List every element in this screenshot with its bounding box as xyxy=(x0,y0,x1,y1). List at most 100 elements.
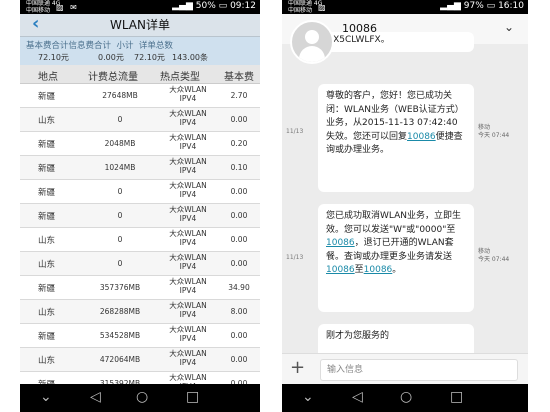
message-text: 您已成功取消WLAN业务，立即生效。您可以发送"W"或"0000"至 xyxy=(326,211,462,235)
summary-panel: 基本费合计信息费合计 小计 详单总数 72.10元 0.00元 72.10元 1… xyxy=(20,37,260,65)
cell-type-line1: 大众WLAN xyxy=(169,85,207,94)
table-row[interactable]: 山东 0 大众WLAN IPV4 0.00 xyxy=(20,228,260,252)
cell-type-line2: IPV4 xyxy=(179,358,197,367)
cell-location: 新疆 xyxy=(38,284,56,294)
table-row[interactable]: 新疆 534528MB 大众WLAN IPV4 0.00 xyxy=(20,324,260,348)
cell-type-line1: 大众WLAN xyxy=(169,349,207,358)
cell-type-line1: 大众WLAN xyxy=(169,253,207,262)
phone-link[interactable]: 10086 xyxy=(407,132,436,142)
plus-icon[interactable]: + xyxy=(290,357,305,378)
phone-link[interactable]: 10086 xyxy=(326,238,355,248)
notification-icons: ▨ xyxy=(318,3,328,12)
cell-type-line2: IPV4 xyxy=(179,238,197,247)
cell-type-line1: 大众WLAN xyxy=(169,373,207,382)
nav-bar: ⌄ ◁ ○ □ xyxy=(20,384,260,412)
chevron-down-icon[interactable]: ⌄ xyxy=(504,20,514,34)
cell-location: 新疆 xyxy=(38,140,56,150)
back-icon[interactable]: ◁ xyxy=(352,389,363,405)
summary-header: 基本费合计信息费合计 小计 详单总数 xyxy=(26,39,173,51)
cell-type: 大众WLANIPV4 xyxy=(160,229,216,247)
message-input[interactable]: 输入信息 xyxy=(320,359,518,381)
cell-type: 大众WLANIPV4 xyxy=(160,277,216,295)
message-time: 今天 07:44 xyxy=(478,132,510,139)
summary-subtotal-value: 72.10元 xyxy=(134,53,165,62)
home-icon[interactable]: ○ xyxy=(400,389,412,405)
table-header: 地点 计费总流量 热点类型 基本费 xyxy=(20,65,260,84)
table-row[interactable]: 新疆 27648MB 大众WLAN IPV4 2.70 xyxy=(20,84,260,108)
table-row[interactable]: 山东 268288MB 大众WLAN IPV4 8.00 xyxy=(20,300,260,324)
cell-type-line1: 大众WLAN xyxy=(169,229,207,238)
table-row[interactable]: 新疆 357376MB 大众WLAN IPV4 34.90 xyxy=(20,276,260,300)
detail-table[interactable]: 新疆 27648MB 大众WLAN IPV4 2.70 山东 0 大众WLAN IPV4 0.00… xyxy=(20,84,260,396)
summary-info-value: 0.00元 xyxy=(98,53,124,62)
title-bar: ‹ WLAN详单 xyxy=(20,14,260,37)
cell-type: 大众WLANIPV4 xyxy=(160,325,216,343)
cell-type-line2: IPV4 xyxy=(179,334,197,343)
table-row[interactable]: 新疆 1024MB 大众WLAN IPV4 0.10 xyxy=(20,156,260,180)
cell-flow: 0 xyxy=(117,235,123,244)
recents-icon[interactable]: □ xyxy=(450,389,463,405)
sim-label: 移动 xyxy=(478,248,491,255)
message-bubble[interactable]: 尊敬的客户，您好！您已成功关闭：WLAN业务（WEB认证方式）业务，从2015-… xyxy=(318,84,474,192)
message-text: 。 xyxy=(392,265,402,275)
cell-fee: 2.70 xyxy=(230,91,248,100)
phone-link[interactable]: 10086 xyxy=(326,265,355,275)
cell-location: 新疆 xyxy=(38,188,56,198)
cell-fee: 0.00 xyxy=(230,355,248,364)
message-meta: 移动 今天 07:44 xyxy=(478,248,509,264)
cell-flow: 0 xyxy=(117,115,123,124)
message-text: 至 xyxy=(354,265,364,275)
cell-type: 大众WLANIPV4 xyxy=(160,349,216,367)
signal-icon: ▂▄▆ xyxy=(440,1,464,11)
cell-flow: 268288MB xyxy=(99,307,141,316)
cell-type: 大众WLANIPV4 xyxy=(160,301,216,319)
cell-fee: 0.00 xyxy=(230,115,248,124)
summary-header-subtotal: 小计 xyxy=(116,41,134,51)
cell-flow: 472064MB xyxy=(99,355,141,364)
battery-icon: ▭ xyxy=(218,1,228,11)
clock: 16:10 xyxy=(498,1,524,11)
message-meta: 移动 今天 07:44 xyxy=(478,124,509,140)
cell-location: 山东 xyxy=(38,308,56,318)
cell-location: 山东 xyxy=(38,356,56,366)
table-row[interactable]: 新疆 0 大众WLAN IPV4 0.00 xyxy=(20,204,260,228)
battery-icon: ▭ xyxy=(486,1,496,11)
table-row[interactable]: 山东 472064MB 大众WLAN IPV4 0.00 xyxy=(20,348,260,372)
recents-icon[interactable]: □ xyxy=(186,389,199,405)
home-icon[interactable]: ○ xyxy=(136,389,148,405)
cell-flow: 0 xyxy=(117,259,123,268)
summary-count-value: 143.00条 xyxy=(172,53,208,62)
table-row[interactable]: 新疆 0 大众WLAN IPV4 0.00 xyxy=(20,180,260,204)
cell-flow: 357376MB xyxy=(99,283,141,292)
table-row[interactable]: 山东 0 大众WLAN IPV4 0.00 xyxy=(20,108,260,132)
back-icon[interactable]: ◁ xyxy=(90,389,101,405)
table-row[interactable]: 山东 0 大众WLAN IPV4 0.00 xyxy=(20,252,260,276)
cell-type: 大众WLANIPV4 xyxy=(160,85,216,103)
battery-level: 97% xyxy=(463,1,484,11)
cell-fee: 0.00 xyxy=(230,331,248,340)
status-bar: 中国联通 4G 中国移动 ▨ ▂▄▆ 97% ▭ 16:10 xyxy=(282,0,528,14)
cell-type-line2: IPV4 xyxy=(179,166,197,175)
cell-type-line1: 大众WLAN xyxy=(169,301,207,310)
table-row[interactable]: 新疆 2048MB 大众WLAN IPV4 0.20 xyxy=(20,132,260,156)
message-text: 刚才为您服务的 xyxy=(326,331,390,341)
cell-location: 新疆 xyxy=(38,92,56,102)
cell-type: 大众WLANIPV4 xyxy=(160,181,216,199)
message-bubble-partial: QX5CLWLFX。 xyxy=(318,32,474,52)
chevron-down-icon[interactable]: ⌄ xyxy=(40,389,52,405)
cell-flow: 1024MB xyxy=(104,163,136,172)
message-date: 11/13 xyxy=(286,254,304,261)
clock: 09:12 xyxy=(230,1,256,11)
cell-location: 新疆 xyxy=(38,164,56,174)
chevron-down-icon[interactable]: ⌄ xyxy=(302,389,314,405)
cell-type-line1: 大众WLAN xyxy=(169,325,207,334)
message-bubble[interactable]: 您已成功取消WLAN业务，立即生效。您可以发送"W"或"0000"至10086，… xyxy=(318,204,474,312)
cell-fee: 0.20 xyxy=(230,139,248,148)
cell-location: 山东 xyxy=(38,116,56,126)
compose-bar: + 输入信息 xyxy=(282,353,528,384)
cell-type-line2: IPV4 xyxy=(179,118,197,127)
cell-flow: 27648MB xyxy=(102,91,138,100)
avatar[interactable] xyxy=(290,20,334,64)
phone-link[interactable]: 10086 xyxy=(364,265,393,275)
cell-fee: 0.00 xyxy=(230,259,248,268)
